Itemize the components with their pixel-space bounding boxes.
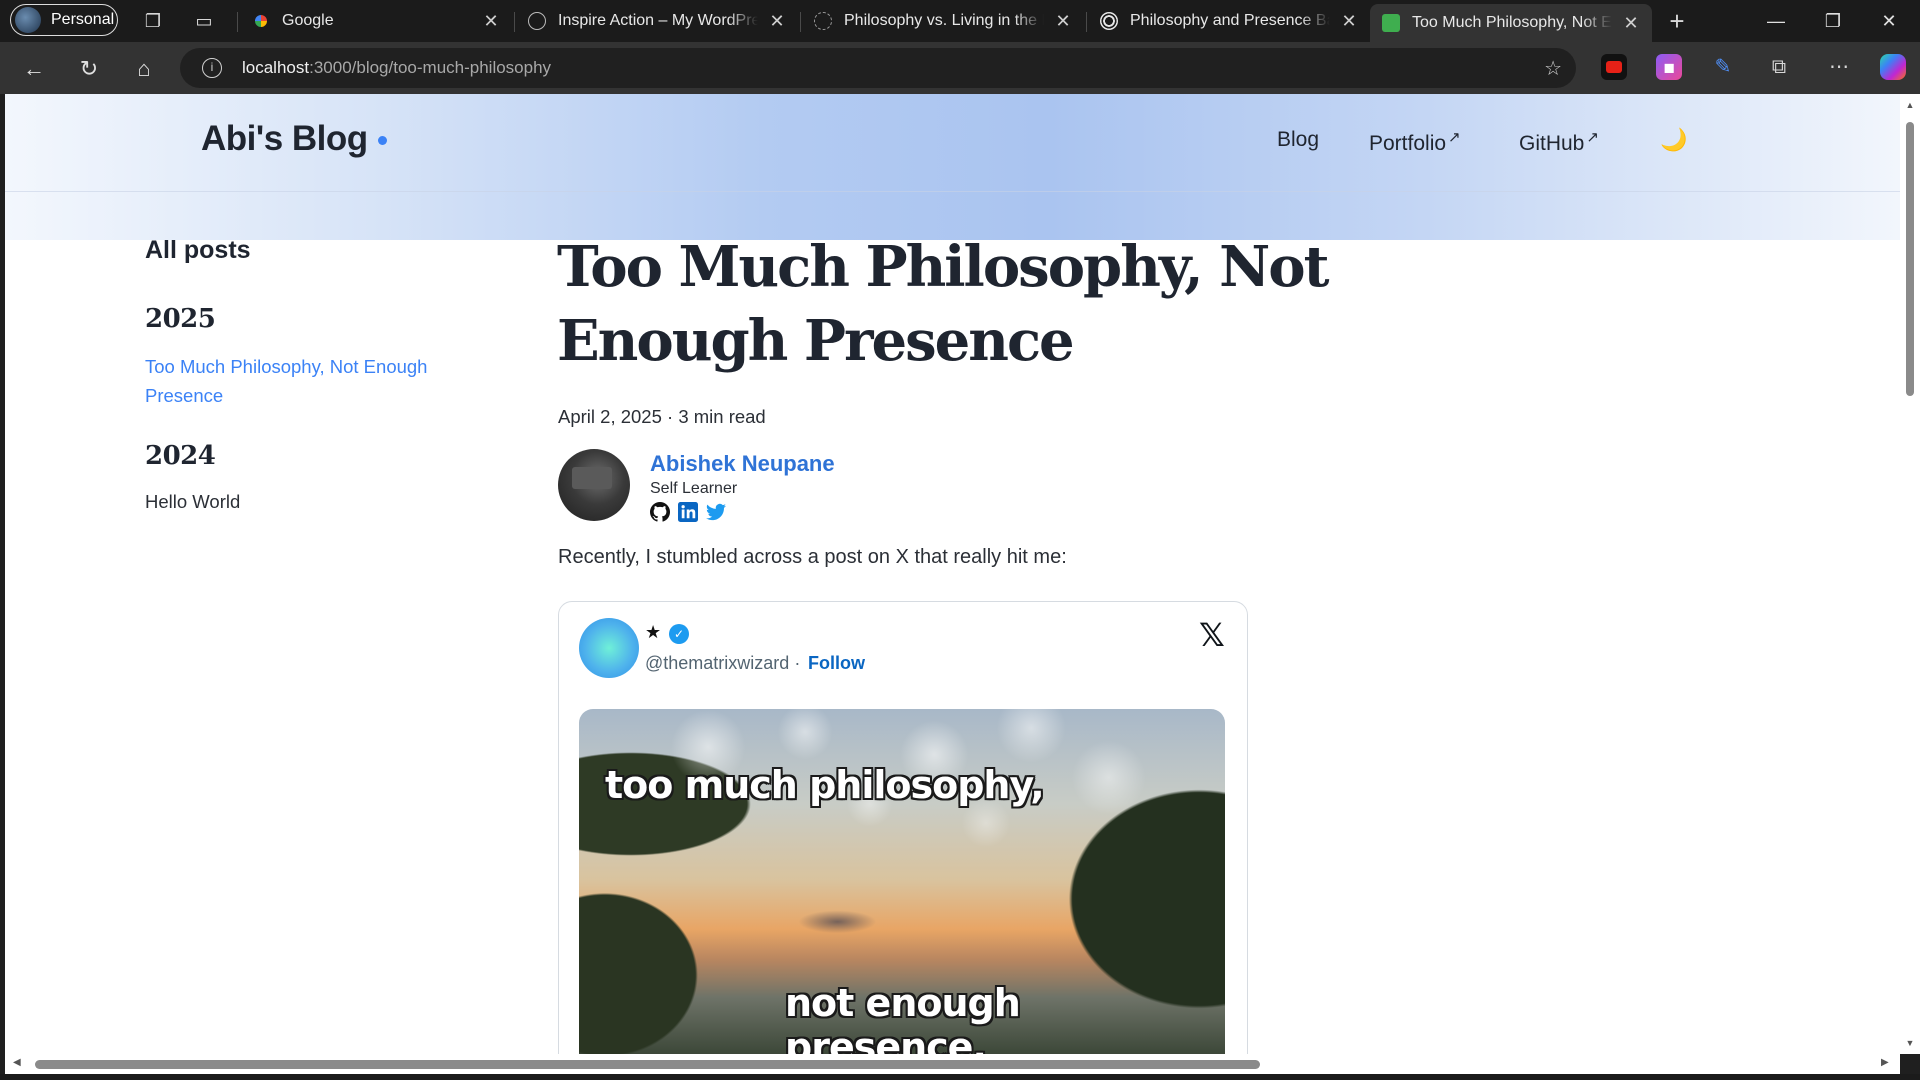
external-link-icon: ↗ — [1448, 129, 1461, 146]
copilot-icon[interactable] — [1880, 54, 1906, 80]
tweet-handle[interactable]: @thematrixwizard · — [645, 653, 800, 674]
pen-extension-icon[interactable]: ✎ — [1710, 54, 1736, 80]
post-title: Too Much Philosophy, Not Enough Presence — [557, 234, 1330, 374]
back-icon[interactable]: ← — [18, 53, 50, 85]
loading-favicon-icon — [814, 12, 832, 30]
close-tab-icon[interactable]: ✕ — [1340, 11, 1358, 32]
new-tab-button[interactable]: + — [1664, 8, 1690, 34]
restore-icon[interactable]: ❐ — [1810, 6, 1856, 36]
nav-blog[interactable]: Blog — [1277, 128, 1319, 152]
tab-title: Too Much Philosophy, Not Eno — [1412, 14, 1612, 31]
reload-icon[interactable]: ↻ — [73, 53, 105, 85]
site-header: Abi's Blog Blog Portfolio ↗ GitHub ↗ 🌙 — [5, 94, 1900, 192]
embedded-tweet[interactable]: ★ ✓ @thematrixwizard · Follow 𝕏 too much… — [558, 601, 1248, 1054]
site-logo[interactable]: Abi's Blog — [201, 119, 368, 159]
tab-separator — [1086, 12, 1087, 32]
url-path: :3000/blog/too-much-philosophy — [309, 58, 552, 77]
profile-label: Personal — [51, 11, 115, 28]
x-logo-icon[interactable]: 𝕏 — [1199, 616, 1225, 654]
chatgpt-favicon-icon — [1100, 12, 1118, 30]
extensions-puzzle-icon[interactable]: ⧉ — [1766, 54, 1792, 80]
url-host: localhost — [242, 58, 310, 77]
external-link-icon: ↗ — [1586, 129, 1599, 146]
sidebar-title: All posts — [145, 236, 251, 264]
tweet-follow-link[interactable]: Follow — [808, 653, 865, 674]
close-window-icon[interactable]: ✕ — [1866, 6, 1912, 36]
close-tab-icon[interactable]: ✕ — [482, 11, 500, 32]
horizontal-scrollbar[interactable]: ◀ ▶ — [5, 1054, 1900, 1074]
close-tab-icon[interactable]: ✕ — [768, 11, 786, 32]
post-intro: Recently, I stumbled across a post on X … — [558, 546, 1067, 568]
tab-philosophy-presence[interactable]: Philosophy and Presence Balan ✕ — [1088, 4, 1370, 38]
logo-dot — [378, 136, 387, 145]
nav-portfolio[interactable]: Portfolio ↗ — [1369, 128, 1461, 156]
tab-title: Philosophy vs. Living in the Mo — [844, 12, 1044, 29]
tab-title: Google — [282, 12, 334, 29]
site-info-icon[interactable]: i — [202, 58, 222, 78]
workspaces-icon[interactable]: ❐ — [140, 8, 166, 34]
author-role: Self Learner — [650, 480, 738, 497]
browser-window: Personal ❐ ▭ Google ✕ Inspire Action – M… — [0, 0, 1920, 1080]
tab-too-much-philosophy[interactable]: Too Much Philosophy, Not Eno ✕ — [1370, 4, 1652, 42]
extension-purple-icon[interactable]: ◼ — [1656, 54, 1682, 80]
more-menu-icon[interactable]: ⋯ — [1826, 54, 1852, 80]
nav-github[interactable]: GitHub ↗ — [1519, 128, 1599, 156]
globe-icon — [528, 12, 546, 30]
window-bottom-edge — [0, 1074, 1920, 1080]
tab-separator — [800, 12, 801, 32]
tab-title: Philosophy and Presence Balan — [1130, 12, 1330, 29]
site-favicon-icon — [1382, 14, 1400, 32]
github-icon[interactable] — [650, 502, 670, 522]
linkedin-icon[interactable] — [678, 502, 698, 522]
tab-strip: Personal ❐ ▭ Google ✕ Inspire Action – M… — [0, 0, 1920, 42]
address-bar[interactable]: i localhost:3000/blog/too-much-philosoph… — [180, 48, 1576, 88]
tweet-separator: · — [794, 653, 801, 673]
tab-philosophy-vs-living[interactable]: Philosophy vs. Living in the Mo ✕ — [802, 4, 1084, 38]
tweet-image[interactable]: too much philosophy, not enough presence… — [579, 709, 1225, 1054]
verified-badge-icon: ✓ — [669, 624, 689, 644]
tweet-avatar[interactable] — [579, 618, 639, 678]
theme-toggle-moon-icon[interactable]: 🌙 — [1660, 127, 1687, 153]
vertical-scroll-thumb[interactable] — [1906, 122, 1914, 396]
image-caption-bottom: not enough presence. — [785, 981, 1021, 1054]
tweet-handle-text: @thematrixwizard — [645, 653, 790, 673]
close-tab-icon[interactable]: ✕ — [1622, 13, 1640, 34]
horizontal-scroll-thumb[interactable] — [35, 1060, 1260, 1069]
scroll-up-arrow-icon[interactable]: ▲ — [1904, 100, 1916, 110]
home-icon[interactable]: ⌂ — [128, 53, 160, 85]
post-meta: April 2, 2025 · 3 min read — [558, 406, 766, 427]
tab-separator — [514, 12, 515, 32]
profile-button[interactable]: Personal — [10, 4, 118, 36]
tweet-display-name[interactable]: ★ — [645, 622, 661, 643]
sidebar-post-link[interactable]: Hello World — [145, 487, 485, 516]
nav-label: Blog — [1277, 128, 1320, 151]
author-avatar — [558, 449, 630, 521]
tab-google[interactable]: Google ✕ — [240, 4, 512, 38]
year-heading: 2025 — [145, 304, 216, 334]
scroll-right-arrow-icon[interactable]: ▶ — [1881, 1057, 1889, 1068]
tab-separator — [237, 12, 238, 32]
scroll-left-arrow-icon[interactable]: ◀ — [13, 1057, 21, 1068]
author-name[interactable]: Abishek Neupane — [650, 451, 835, 477]
page-viewport: Abi's Blog Blog Portfolio ↗ GitHub ↗ 🌙 All… — [5, 94, 1900, 1054]
image-caption-top: too much philosophy, — [605, 763, 1045, 807]
profile-avatar — [15, 7, 41, 33]
browser-toolbar: ← ↻ ⌂ i localhost:3000/blog/too-much-phi… — [0, 42, 1920, 94]
year-heading: 2024 — [145, 441, 216, 471]
nav-label: Portfolio — [1369, 132, 1447, 155]
twitter-icon[interactable] — [706, 502, 726, 522]
vertical-scrollbar[interactable]: ▲ ▼ — [1900, 94, 1920, 1054]
sidebar-post-link[interactable]: Too Much Philosophy, Not Enough Presence — [145, 352, 485, 410]
minimize-icon[interactable]: — — [1753, 6, 1799, 36]
google-favicon-icon — [252, 12, 270, 30]
favorite-star-icon[interactable]: ☆ — [1544, 56, 1562, 81]
tab-title: Inspire Action – My WordPress — [558, 12, 758, 29]
scroll-down-arrow-icon[interactable]: ▼ — [1904, 1038, 1916, 1048]
nav-label: GitHub — [1519, 132, 1585, 155]
tab-actions-icon[interactable]: ▭ — [191, 8, 217, 34]
close-tab-icon[interactable]: ✕ — [1054, 11, 1072, 32]
youtube-extension-icon[interactable] — [1601, 54, 1627, 80]
tab-wordpress[interactable]: Inspire Action – My WordPress ✕ — [516, 4, 798, 38]
